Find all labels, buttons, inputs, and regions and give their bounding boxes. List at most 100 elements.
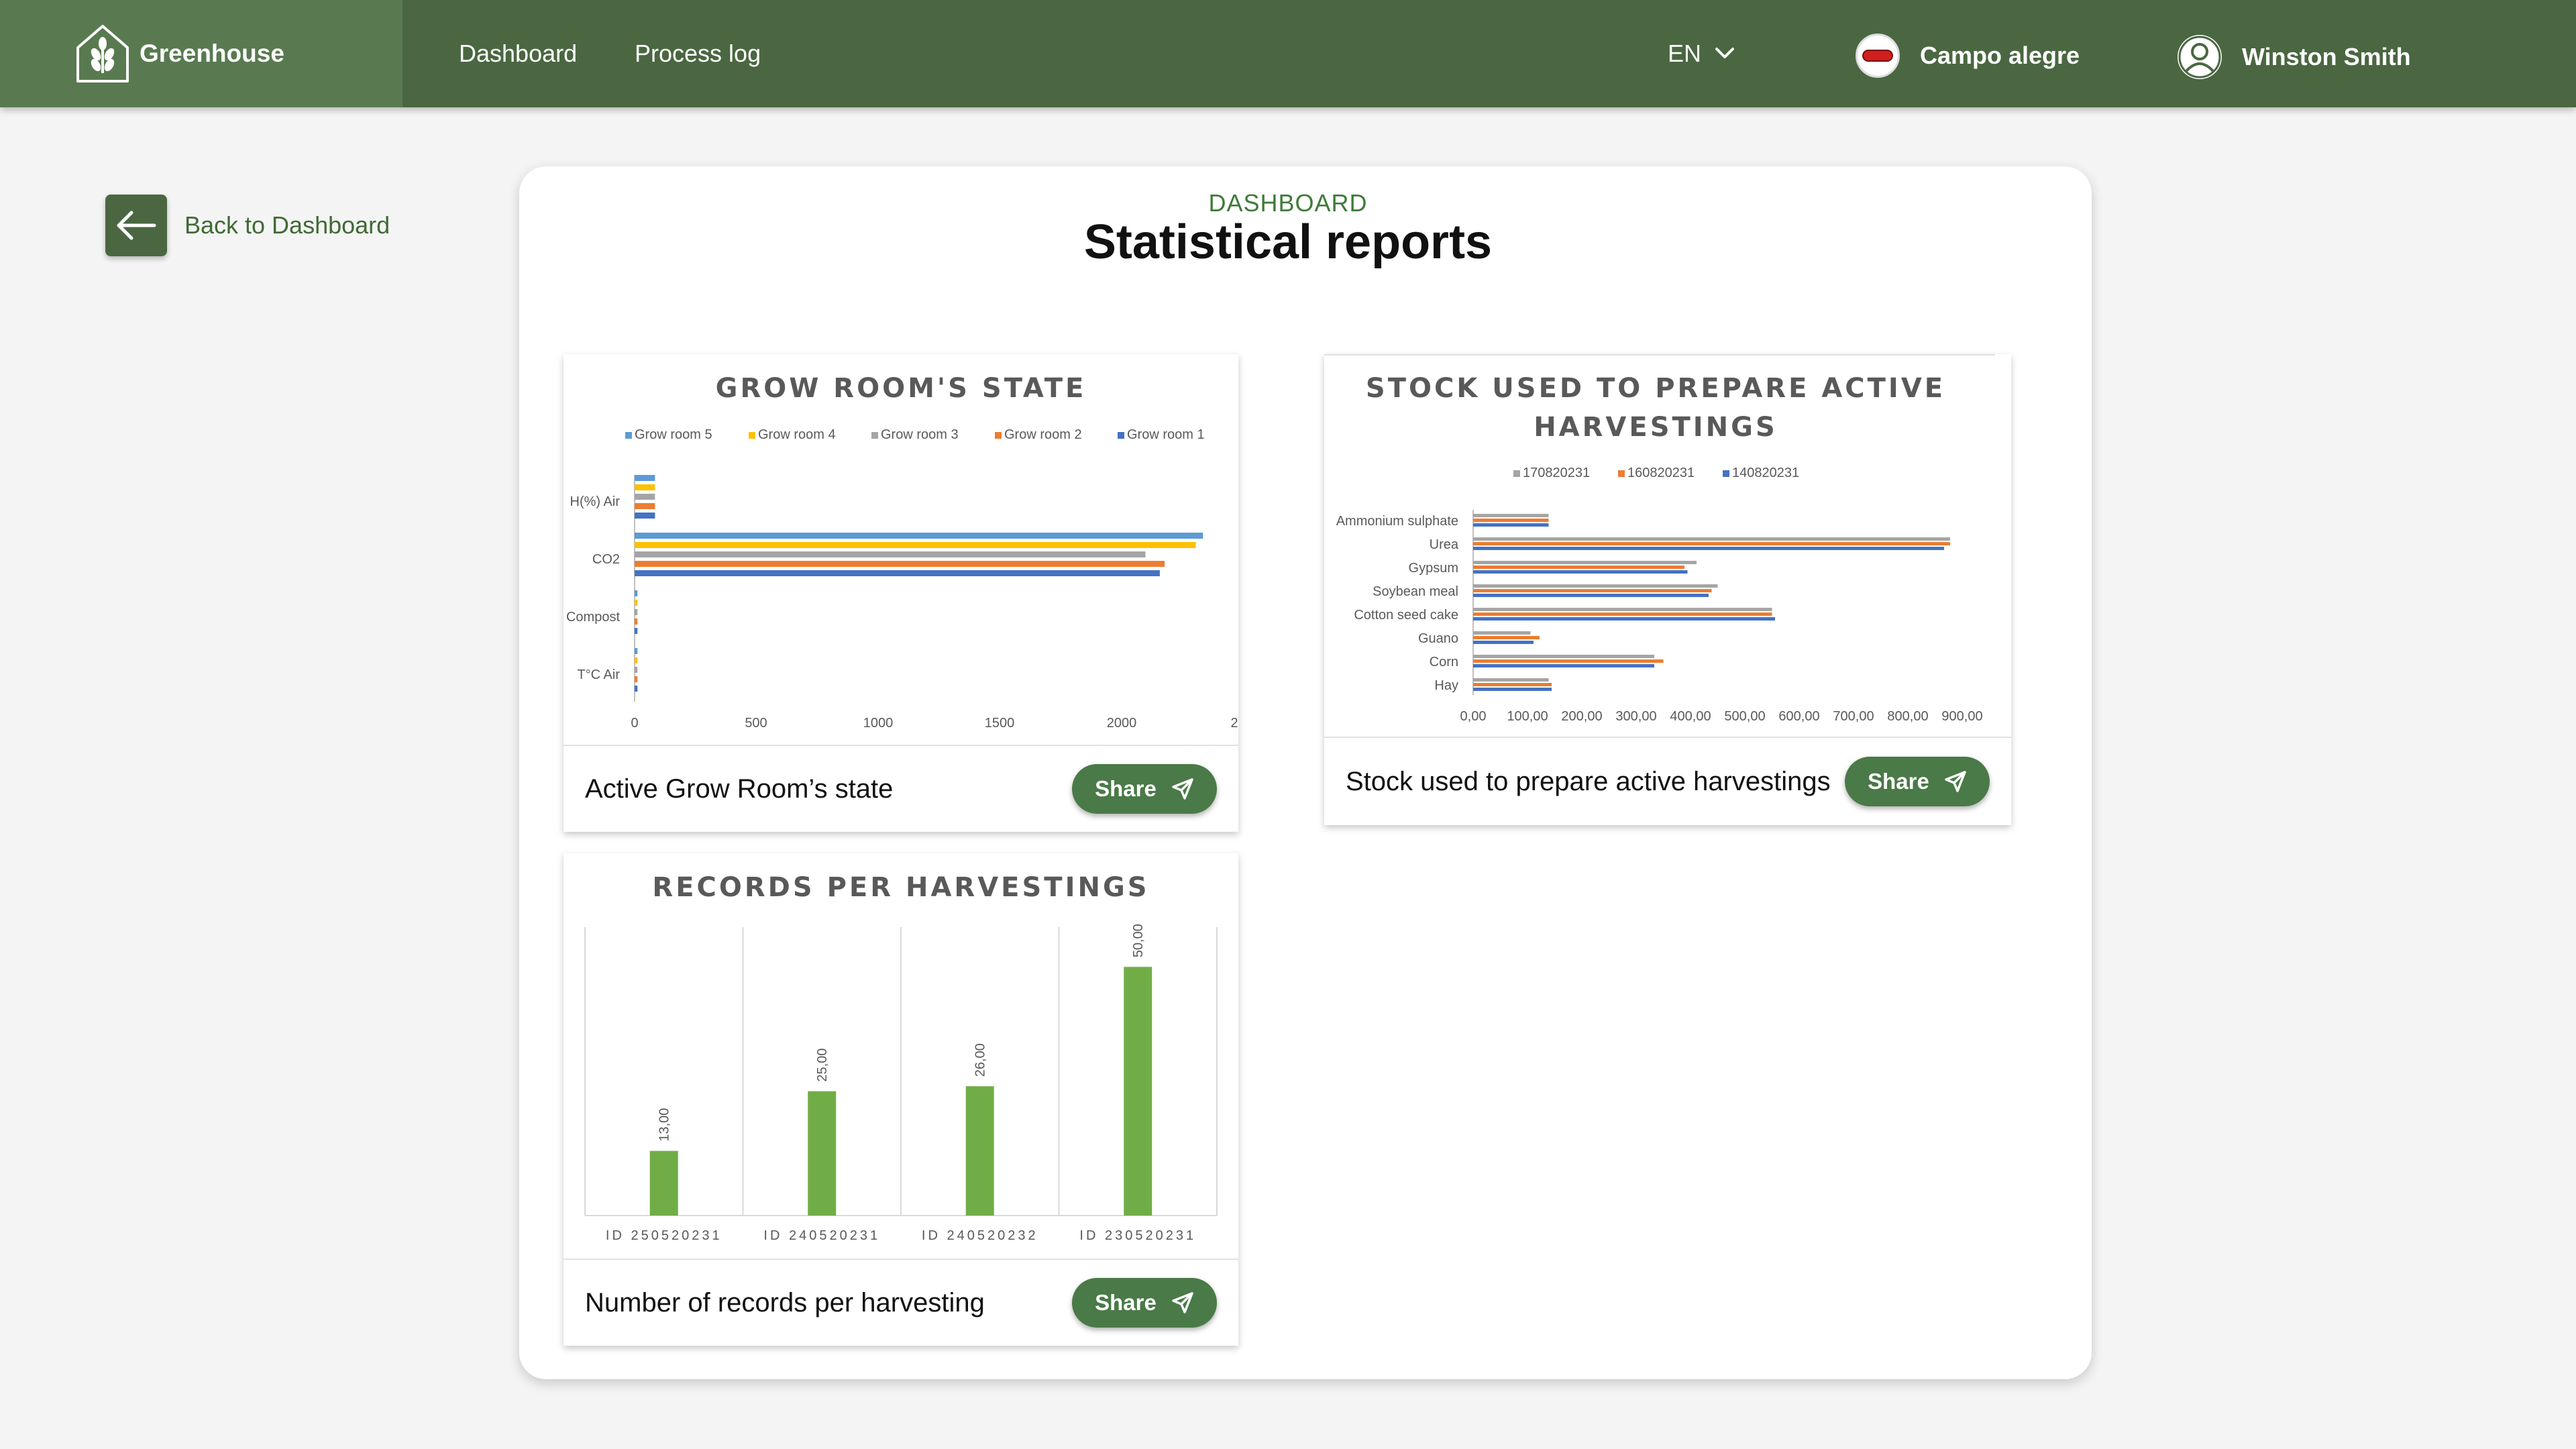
- nav-dashboard[interactable]: Dashboard: [459, 38, 577, 70]
- legend-label: 160820231: [1627, 466, 1695, 480]
- y-tick-label: Guano: [1418, 631, 1458, 646]
- legend-swatch: [871, 432, 878, 439]
- page-title: Statistical reports: [1083, 215, 1493, 269]
- legend-label: Grow room 3: [881, 427, 959, 442]
- bar: [1473, 523, 1549, 527]
- x-tick-label: 0: [631, 716, 638, 731]
- bar: [1473, 584, 1718, 588]
- greenhouse-logo-icon: [76, 25, 129, 83]
- stock-chart: STOCK USED TO PREPARE ACTIVE HARVESTINGS 1…: [1324, 354, 1995, 724]
- x-tick-label: ID 240520231: [763, 1228, 880, 1243]
- bar: [1473, 566, 1684, 569]
- page-eyebrow: DASHBOARD: [1208, 189, 1368, 217]
- y-tick-label: CO2: [592, 552, 620, 567]
- x-tick-label: 800,00: [1887, 709, 1928, 724]
- bar: [635, 648, 638, 654]
- send-icon: [1945, 771, 1966, 792]
- bar: [635, 619, 638, 625]
- data-label: 13,00: [657, 1108, 672, 1142]
- x-tick-label: 900,00: [1941, 709, 1982, 724]
- share-button[interactable]: Share: [1072, 1278, 1217, 1328]
- x-tick-label: ID 230520231: [1079, 1228, 1196, 1243]
- card-label: Active Grow Room’s state: [585, 773, 894, 804]
- report-card-stock: STOCK USED TO PREPARE ACTIVE HARVESTINGS 1…: [1324, 354, 2011, 825]
- data-label: 25,00: [815, 1049, 830, 1082]
- legend-swatch: [749, 432, 755, 439]
- bar: [635, 561, 1165, 567]
- legend-label: Grow room 4: [758, 427, 836, 442]
- y-tick-label: H(%) Air: [570, 494, 621, 509]
- bar: [635, 609, 638, 615]
- legend-label: 140820231: [1732, 466, 1799, 480]
- bar: [635, 590, 638, 596]
- chevron-down-icon: [1715, 48, 1735, 58]
- grow-room-chart: GROW ROOM'S STATE Grow room 5 Grow room 4 G…: [566, 373, 1238, 731]
- bar: [1473, 641, 1534, 644]
- bar: [1473, 561, 1697, 564]
- bar: [635, 686, 638, 692]
- language-value: EN: [1668, 40, 1702, 67]
- legend-label: Grow room 2: [1004, 427, 1082, 442]
- bar: [1473, 617, 1775, 621]
- y-tick-label: Compost: [566, 610, 620, 625]
- bar: [1473, 659, 1664, 663]
- bar: [635, 503, 655, 509]
- bar: [635, 513, 655, 519]
- chart-container: RECORDS PER HARVESTINGS 13,00 ID 250520231…: [564, 853, 1238, 1260]
- bar: [635, 667, 638, 673]
- bar: [1473, 636, 1540, 639]
- y-tick-label: T°C Air: [577, 667, 620, 682]
- chart-title: STOCK USED TO PREPARE ACTIVE: [1366, 373, 1945, 404]
- nav-process-log[interactable]: Process log: [635, 38, 761, 70]
- card-label: Number of records per harvesting: [585, 1287, 985, 1318]
- send-icon: [1172, 1292, 1193, 1313]
- bar: [635, 475, 655, 481]
- user-menu[interactable]: Winston Smith: [2176, 34, 2411, 80]
- bar: [1124, 967, 1152, 1216]
- share-button[interactable]: Share: [1845, 757, 1990, 806]
- bar: [1473, 589, 1712, 592]
- x-tick-label: 700,00: [1833, 709, 1874, 724]
- data-label: 26,00: [973, 1043, 988, 1077]
- send-icon: [1172, 778, 1193, 800]
- x-tick-label: 200,00: [1561, 709, 1602, 724]
- bar: [1473, 612, 1772, 616]
- legend-swatch: [625, 432, 632, 439]
- y-tick-label: Gypsum: [1409, 561, 1458, 576]
- bar: [635, 657, 638, 663]
- legend-label: 170820231: [1523, 466, 1590, 480]
- bar: [635, 551, 1146, 557]
- legend-swatch: [1513, 470, 1520, 477]
- brand[interactable]: Greenhouse: [0, 0, 402, 107]
- bar: [1473, 570, 1688, 574]
- bar: [635, 542, 1196, 548]
- legend-swatch: [995, 432, 1002, 439]
- farm-selector[interactable]: Campo alegre: [1856, 34, 2080, 78]
- legend-swatch: [1118, 432, 1124, 439]
- bar: [1473, 608, 1772, 611]
- bar: [1473, 683, 1552, 686]
- y-tick-label: Hay: [1434, 678, 1458, 693]
- legend-label: Grow room 1: [1127, 427, 1205, 442]
- farm-name: Campo alegre: [1920, 42, 2080, 69]
- bar: [1473, 537, 1950, 541]
- card-label: Stock used to prepare active harvestings: [1346, 766, 1831, 796]
- x-tick-label: 0,00: [1460, 709, 1487, 724]
- bar: [635, 484, 655, 490]
- data-label: 50,00: [1131, 924, 1146, 957]
- x-tick-label: 500: [745, 716, 767, 731]
- bar: [1473, 547, 1944, 550]
- bar: [1473, 631, 1531, 635]
- y-tick-label: Urea: [1430, 537, 1459, 552]
- share-button[interactable]: Share: [1072, 764, 1217, 814]
- bar: [649, 1150, 678, 1216]
- y-tick-label: Corn: [1430, 655, 1458, 669]
- bar: [635, 600, 638, 606]
- x-tick-label: 400,00: [1670, 709, 1711, 724]
- legend-swatch: [1723, 470, 1729, 477]
- chart-title: HARVESTINGS: [1534, 412, 1778, 443]
- share-label: Share: [1868, 769, 1929, 794]
- bar: [1473, 514, 1549, 517]
- user-avatar-icon: [2178, 35, 2222, 79]
- language-selector[interactable]: EN: [1668, 38, 1735, 70]
